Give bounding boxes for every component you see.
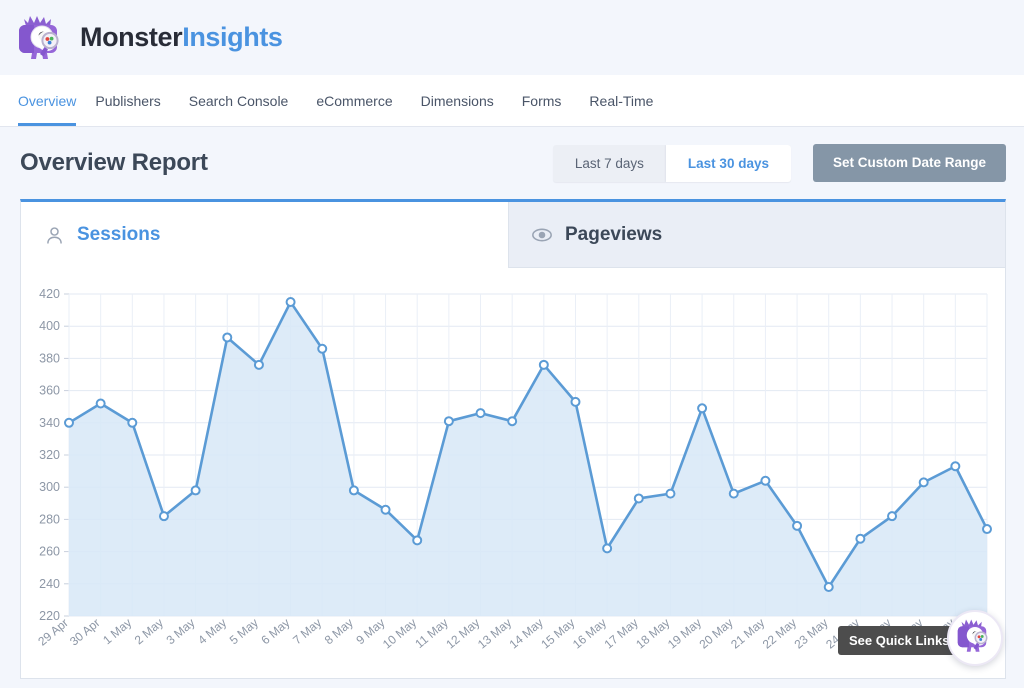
svg-text:10 May: 10 May bbox=[380, 616, 419, 652]
metric-tabs: Sessions Pageviews bbox=[21, 202, 1005, 268]
svg-text:6 May: 6 May bbox=[258, 616, 292, 648]
quick-links-button[interactable] bbox=[947, 610, 1003, 666]
nav-item-forms[interactable]: Forms bbox=[522, 75, 579, 126]
quick-links-tooltip: See Quick Links bbox=[838, 626, 960, 655]
report-controls: Last 7 days Last 30 days Set Custom Date… bbox=[553, 144, 1006, 182]
monster-avatar-icon bbox=[954, 615, 996, 662]
chart-canvas: 22024026028030032034036038040042029 Apr3… bbox=[21, 286, 1005, 678]
svg-text:1 May: 1 May bbox=[100, 616, 134, 648]
nav-item-label: Real-Time bbox=[589, 93, 653, 109]
set-custom-date-range-button[interactable]: Set Custom Date Range bbox=[813, 144, 1006, 182]
report-toolbar: Overview Report Last 7 days Last 30 days… bbox=[0, 127, 1024, 199]
tab-pageviews[interactable]: Pageviews bbox=[508, 202, 1005, 268]
svg-text:17 May: 17 May bbox=[602, 616, 641, 652]
nav-item-ecommerce[interactable]: eCommerce bbox=[316, 75, 409, 126]
page-title: Overview Report bbox=[20, 149, 208, 177]
main-navigation: Overview Publishers Search Console eComm… bbox=[0, 75, 1024, 127]
nav-item-publishers[interactable]: Publishers bbox=[95, 75, 177, 126]
svg-text:400: 400 bbox=[39, 319, 60, 333]
brand-logo[interactable]: MonsterInsights bbox=[14, 10, 283, 66]
sessions-chart[interactable]: 22024026028030032034036038040042029 Apr3… bbox=[21, 268, 1005, 678]
svg-text:2 May: 2 May bbox=[132, 616, 166, 648]
tab-sessions[interactable]: Sessions bbox=[21, 202, 508, 268]
date-range-toggle: Last 7 days Last 30 days bbox=[553, 145, 791, 182]
svg-text:260: 260 bbox=[39, 545, 60, 559]
svg-text:12 May: 12 May bbox=[443, 616, 482, 652]
nav-item-label: Search Console bbox=[189, 93, 289, 109]
svg-text:13 May: 13 May bbox=[475, 616, 514, 652]
svg-text:14 May: 14 May bbox=[507, 616, 546, 652]
svg-text:19 May: 19 May bbox=[665, 616, 704, 652]
nav-item-label: eCommerce bbox=[316, 93, 392, 109]
nav-item-dimensions[interactable]: Dimensions bbox=[421, 75, 511, 126]
svg-text:21 May: 21 May bbox=[728, 616, 767, 652]
svg-text:30 Apr: 30 Apr bbox=[67, 616, 103, 649]
svg-text:3 May: 3 May bbox=[164, 616, 198, 648]
svg-text:5 May: 5 May bbox=[227, 616, 261, 648]
nav-item-real-time[interactable]: Real-Time bbox=[589, 75, 670, 126]
brand-name: MonsterInsights bbox=[80, 22, 283, 53]
nav-item-label: Forms bbox=[522, 93, 562, 109]
svg-text:280: 280 bbox=[39, 512, 60, 526]
svg-text:380: 380 bbox=[39, 351, 60, 365]
app-header: MonsterInsights bbox=[0, 0, 1024, 75]
svg-text:20 May: 20 May bbox=[697, 616, 736, 652]
svg-text:18 May: 18 May bbox=[633, 616, 672, 652]
tab-label: Sessions bbox=[77, 224, 160, 246]
nav-item-search-console[interactable]: Search Console bbox=[189, 75, 306, 126]
svg-text:420: 420 bbox=[39, 287, 60, 301]
svg-text:240: 240 bbox=[39, 577, 60, 591]
svg-text:22 May: 22 May bbox=[760, 616, 799, 652]
svg-text:7 May: 7 May bbox=[290, 616, 324, 648]
nav-item-label: Dimensions bbox=[421, 93, 494, 109]
monster-magnifier-logo-icon bbox=[14, 10, 70, 66]
brand-name-part2: Insights bbox=[182, 22, 282, 52]
range-last-30-days-button[interactable]: Last 30 days bbox=[666, 145, 791, 182]
eye-icon bbox=[531, 224, 553, 246]
svg-text:23 May: 23 May bbox=[792, 616, 831, 652]
brand-name-part1: Monster bbox=[80, 22, 182, 52]
svg-text:320: 320 bbox=[39, 448, 60, 462]
user-icon bbox=[43, 224, 65, 246]
tab-label: Pageviews bbox=[565, 224, 662, 246]
svg-text:360: 360 bbox=[39, 384, 60, 398]
range-last-7-days-button[interactable]: Last 7 days bbox=[553, 145, 666, 182]
nav-item-overview[interactable]: Overview bbox=[18, 75, 84, 126]
svg-text:340: 340 bbox=[39, 416, 60, 430]
nav-item-label: Overview bbox=[18, 93, 76, 109]
svg-text:15 May: 15 May bbox=[538, 616, 577, 652]
report-card: Sessions Pageviews 220240260280300320340… bbox=[20, 199, 1006, 679]
nav-item-label: Publishers bbox=[95, 93, 160, 109]
svg-text:8 May: 8 May bbox=[322, 616, 356, 648]
svg-text:300: 300 bbox=[39, 480, 60, 494]
svg-text:16 May: 16 May bbox=[570, 616, 609, 652]
svg-text:4 May: 4 May bbox=[195, 616, 229, 648]
svg-text:11 May: 11 May bbox=[412, 616, 450, 651]
